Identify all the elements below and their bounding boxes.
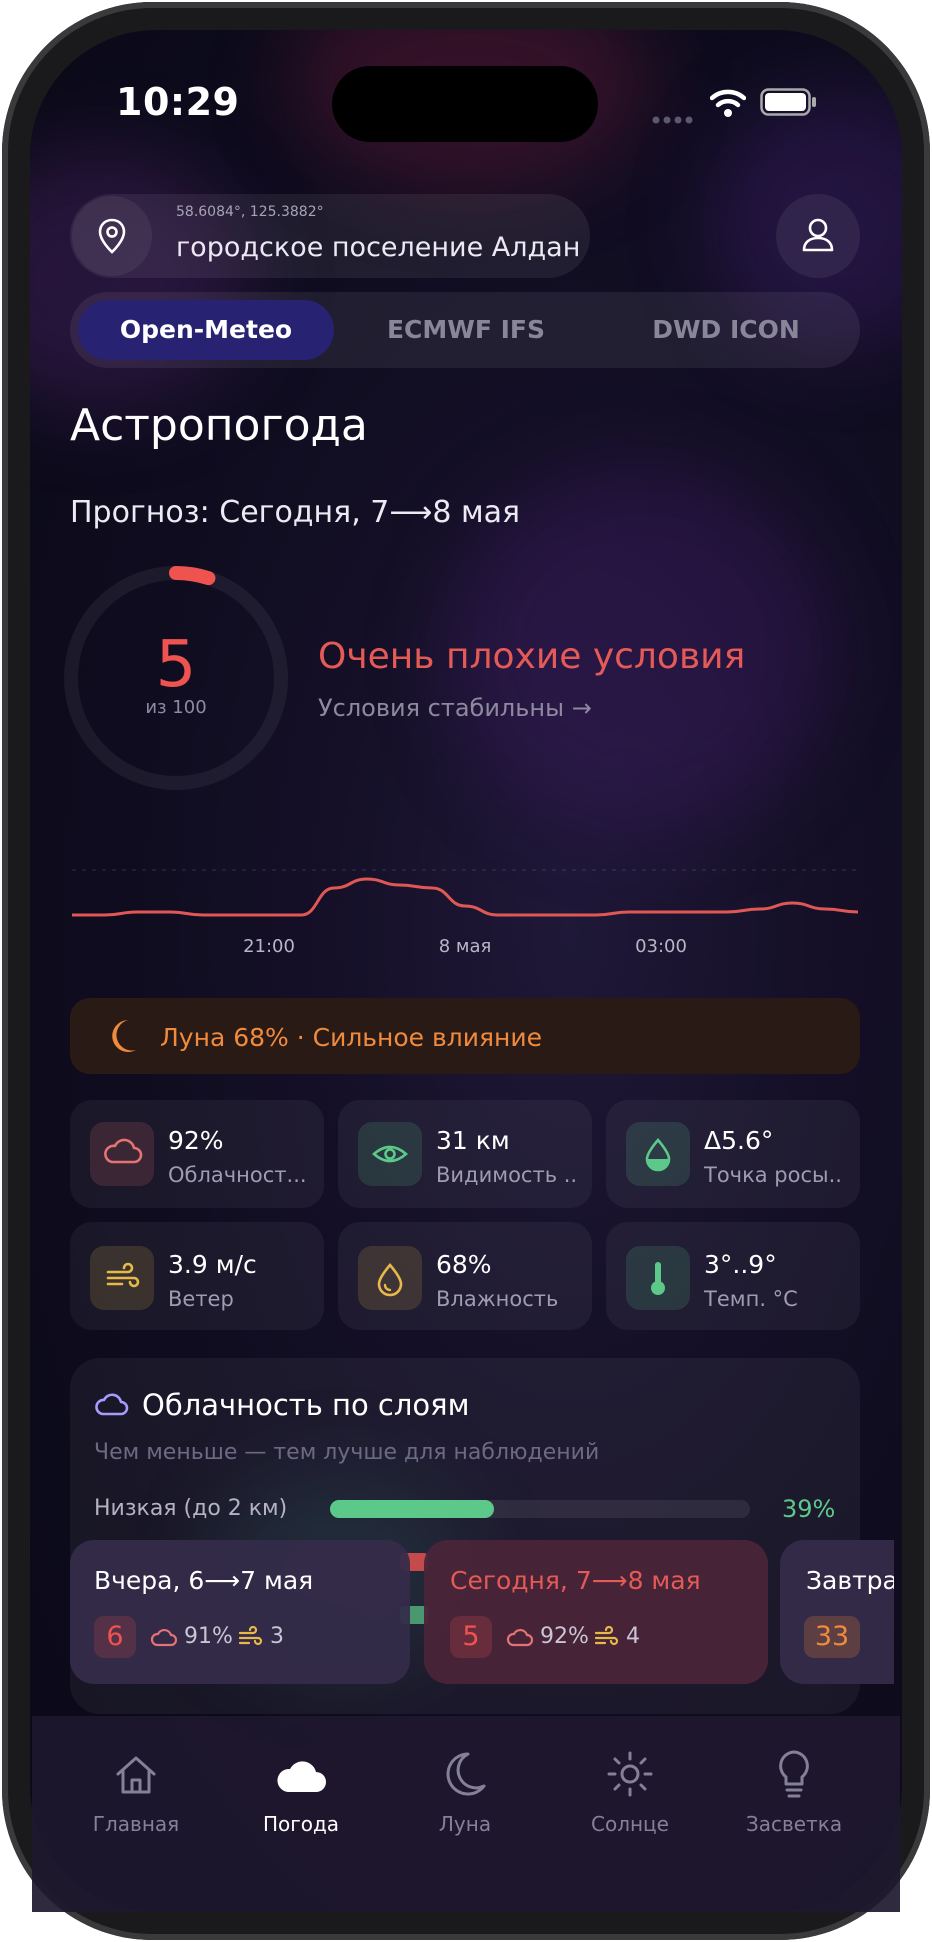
- cloud-icon: [150, 1626, 178, 1652]
- metric-label: Видимость ...: [436, 1163, 576, 1187]
- sun-icon[interactable]: [606, 1750, 654, 1802]
- chart-tick-label: 03:00: [635, 936, 687, 957]
- wifi-icon: [709, 88, 747, 122]
- metric-label: Ветер: [168, 1287, 234, 1311]
- status-time: 10:29: [116, 80, 240, 124]
- chart-tick-label: 8 мая: [438, 936, 492, 957]
- nav-item-moon[interactable]: Луна: [395, 1812, 535, 1836]
- day-card-title: Сегодня, 7⟶8 мая: [450, 1566, 701, 1595]
- cloud-icon: [90, 1122, 154, 1186]
- wind-icon: [238, 1625, 264, 1652]
- tab-ecmwf-ifs[interactable]: ECMWF IFS: [338, 315, 594, 344]
- day-wind: 3: [270, 1624, 284, 1649]
- condition-title: Очень плохие условия: [318, 636, 746, 677]
- cloud-icon: [506, 1626, 534, 1652]
- weather-cloud-icon[interactable]: [276, 1754, 328, 1800]
- day-card-yesterday[interactable]: [70, 1540, 410, 1684]
- day-score: 6: [94, 1616, 136, 1658]
- page-title: Астропогода: [70, 400, 368, 451]
- nav-item-light-pollution[interactable]: Засветка: [724, 1812, 864, 1836]
- metric-value: 68%: [436, 1250, 492, 1279]
- nav-item-weather[interactable]: Погода: [231, 1812, 371, 1836]
- metric-value: 3.9 м/с: [168, 1250, 257, 1279]
- moon-nav-icon[interactable]: [442, 1750, 488, 1802]
- metric-label: Темп. °C: [704, 1287, 798, 1311]
- wind-icon: [90, 1246, 154, 1310]
- condition-trend-link[interactable]: Условия стабильны →: [318, 694, 592, 722]
- home-icon[interactable]: [112, 1752, 160, 1802]
- signal-icon: [652, 110, 696, 129]
- day-score: 5: [450, 1616, 492, 1658]
- layer-label: Низкая (до 2 км): [94, 1496, 288, 1521]
- score-value: 5: [155, 628, 197, 702]
- score-max: из 100: [145, 697, 207, 718]
- moon-influence-text: Луна 68% · Сильное влияние: [160, 1023, 542, 1052]
- metric-value: 92%: [168, 1126, 224, 1155]
- location-pin-icon: [72, 196, 152, 276]
- location-coords: 58.6084°, 125.3882°: [176, 204, 324, 220]
- cloud-outline-icon: [94, 1390, 130, 1422]
- day-wind: 4: [626, 1624, 640, 1649]
- profile-button[interactable]: [776, 194, 860, 278]
- cloud-layers-subtitle: Чем меньше — тем лучше для наблюдений: [94, 1440, 600, 1465]
- tab-dwd-icon[interactable]: DWD ICON: [598, 315, 854, 344]
- humidity-icon: [358, 1246, 422, 1310]
- thermometer-icon: [626, 1246, 690, 1310]
- cloud-layers-title: Облачность по слоям: [142, 1388, 470, 1422]
- drop-icon: [626, 1122, 690, 1186]
- metric-value: 3°..9°: [704, 1250, 777, 1279]
- eye-icon: [358, 1122, 422, 1186]
- day-card-tomorrow[interactable]: Завтра 33: [780, 1540, 894, 1684]
- day-cloud: 92%: [540, 1624, 589, 1649]
- day-card-today[interactable]: [424, 1540, 768, 1684]
- day-card-title: Завтра: [806, 1566, 894, 1595]
- metric-label: Облачност...: [168, 1163, 307, 1187]
- nav-item-sun[interactable]: Солнце: [560, 1812, 700, 1836]
- metric-label: Влажность: [436, 1287, 559, 1311]
- forecast-period: Прогноз: Сегодня, 7⟶8 мая: [70, 495, 521, 530]
- wind-icon: [594, 1625, 620, 1652]
- metric-value: Δ5.6°: [704, 1126, 774, 1155]
- layer-bar-fill: [330, 1500, 494, 1518]
- tab-open-meteo[interactable]: Open-Meteo: [78, 315, 334, 344]
- nav-item-home[interactable]: Главная: [66, 1812, 206, 1836]
- score-timeline-chart: [72, 869, 858, 917]
- location-name: городское поселение Алдан: [176, 232, 581, 263]
- day-cloud: 91%: [184, 1624, 233, 1649]
- metric-value: 31 км: [436, 1126, 510, 1155]
- moon-icon: [108, 1018, 140, 1058]
- lightbulb-icon[interactable]: [774, 1748, 814, 1804]
- day-card-title: Вчера, 6⟶7 мая: [94, 1566, 314, 1595]
- day-score: 33: [804, 1616, 860, 1658]
- user-icon: [802, 218, 834, 252]
- metric-label: Точка росы...: [704, 1163, 844, 1187]
- layer-bar-track: [330, 1500, 750, 1518]
- chart-series-line: [72, 877, 858, 917]
- chart-tick-label: 21:00: [243, 936, 295, 957]
- layer-value: 39%: [782, 1495, 836, 1523]
- battery-icon: [760, 88, 818, 120]
- dynamic-island: [332, 66, 598, 142]
